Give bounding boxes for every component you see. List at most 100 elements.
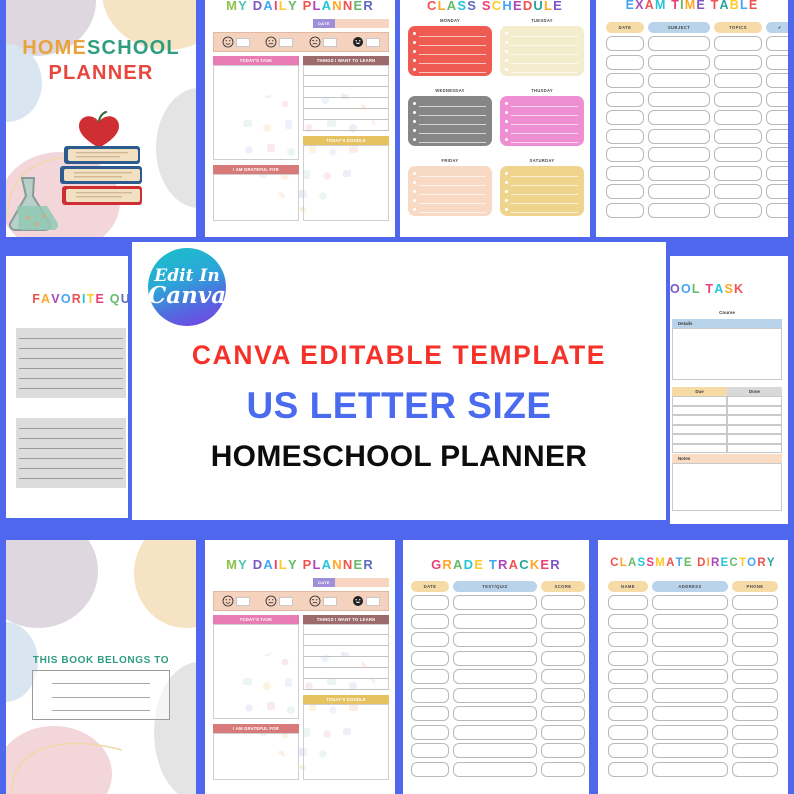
- mood-option[interactable]: [352, 36, 381, 48]
- exam-table-cell[interactable]: [766, 110, 788, 125]
- exam-table-cell[interactable]: [648, 184, 710, 199]
- classmate-directory-cell[interactable]: [652, 724, 728, 740]
- mood-checkbox[interactable]: [366, 37, 381, 47]
- exam-table-cell[interactable]: [606, 202, 644, 218]
- exam-table-cell[interactable]: [766, 91, 788, 107]
- exam-table-cell[interactable]: [714, 202, 762, 218]
- page-class-schedule[interactable]: CLASS SCHEDULE MONDAY TUESDAY WEDNESDAY THU…: [400, 0, 590, 237]
- grade-tracker-cell[interactable]: [411, 613, 449, 629]
- exam-table-cell[interactable]: [766, 73, 788, 88]
- classmate-directory-cell[interactable]: [608, 687, 648, 703]
- class-schedule-day-card[interactable]: [500, 96, 584, 146]
- classmate-directory-cell[interactable]: [732, 650, 778, 666]
- classmate-directory-cell[interactable]: [732, 724, 778, 740]
- mood-checkbox[interactable]: [322, 37, 337, 47]
- exam-table-cell[interactable]: [714, 36, 762, 51]
- grade-tracker-cell[interactable]: [541, 761, 585, 777]
- exam-table-cell[interactable]: [606, 147, 644, 162]
- classmate-directory-cell[interactable]: [608, 724, 648, 740]
- mood-checkbox[interactable]: [322, 596, 337, 606]
- class-schedule-day-card[interactable]: [408, 96, 492, 146]
- grade-tracker-cell[interactable]: [453, 761, 537, 777]
- exam-table-cell[interactable]: [648, 54, 710, 70]
- section-body-todays-doodle[interactable]: [303, 704, 389, 780]
- mood-tracker-bar[interactable]: [213, 32, 389, 52]
- classmate-directory-cell[interactable]: [732, 595, 778, 610]
- mood-checkbox[interactable]: [366, 596, 381, 606]
- grade-tracker-cell[interactable]: [453, 613, 537, 629]
- mood-checkbox[interactable]: [279, 596, 294, 606]
- classmate-directory-cell[interactable]: [652, 669, 728, 684]
- page-grade-tracker[interactable]: GRADE TRACKER DATE TEST/QUIZ SCORE: [403, 540, 589, 794]
- classmate-directory-cell[interactable]: [608, 595, 648, 610]
- classmate-directory-cell[interactable]: [732, 632, 778, 647]
- classmate-directory-cell[interactable]: [732, 706, 778, 721]
- section-body-todays-task[interactable]: [213, 624, 299, 719]
- school-task-due-done-cell[interactable]: [672, 396, 727, 406]
- exam-table-cell[interactable]: [606, 128, 644, 144]
- class-schedule-day-card[interactable]: [500, 26, 584, 76]
- classmate-directory-cell[interactable]: [732, 761, 778, 777]
- class-schedule-day-card[interactable]: [500, 166, 584, 216]
- name-entry-box[interactable]: [32, 670, 170, 720]
- exam-table-cell[interactable]: [766, 147, 788, 162]
- grade-tracker-cell[interactable]: [453, 632, 537, 647]
- exam-table-cell[interactable]: [648, 36, 710, 51]
- school-task-due-done-cell[interactable]: [672, 434, 727, 444]
- grade-tracker-cell[interactable]: [453, 706, 537, 721]
- exam-table-cell[interactable]: [714, 147, 762, 162]
- mood-checkbox[interactable]: [235, 37, 250, 47]
- school-task-due-done-cell[interactable]: [727, 415, 782, 425]
- classmate-directory-cell[interactable]: [608, 761, 648, 777]
- exam-table-cell[interactable]: [766, 54, 788, 70]
- school-task-due-done-cell[interactable]: [727, 434, 782, 444]
- page-cover[interactable]: HOMESCHOOL PLANNER: [6, 0, 196, 237]
- exam-table-cell[interactable]: [648, 165, 710, 181]
- quote-block[interactable]: [16, 328, 126, 398]
- quote-block[interactable]: [16, 418, 126, 488]
- classmate-directory-cell[interactable]: [732, 669, 778, 684]
- grade-tracker-cell[interactable]: [411, 669, 449, 684]
- classmate-directory-cell[interactable]: [732, 687, 778, 703]
- exam-table-cell[interactable]: [714, 165, 762, 181]
- details-body[interactable]: [672, 328, 782, 380]
- exam-table-cell[interactable]: [766, 128, 788, 144]
- exam-table-cell[interactable]: [714, 91, 762, 107]
- mood-tracker-bar[interactable]: [213, 591, 389, 611]
- classmate-directory-cell[interactable]: [608, 650, 648, 666]
- grade-tracker-cell[interactable]: [411, 650, 449, 666]
- grade-tracker-cell[interactable]: [411, 595, 449, 610]
- school-task-due-done-cell[interactable]: [672, 405, 727, 415]
- exam-table-cell[interactable]: [606, 73, 644, 88]
- exam-table-cell[interactable]: [766, 184, 788, 199]
- grade-tracker-cell[interactable]: [541, 743, 585, 758]
- classmate-directory-cell[interactable]: [732, 743, 778, 758]
- classmate-directory-cell[interactable]: [732, 613, 778, 629]
- page-daily-planner-top[interactable]: MY DAILY PLANNER DATE TODAY'S TASK THING…: [205, 0, 395, 237]
- exam-table-cell[interactable]: [648, 73, 710, 88]
- grade-tracker-cell[interactable]: [541, 706, 585, 721]
- exam-table-cell[interactable]: [714, 184, 762, 199]
- classmate-directory-cell[interactable]: [608, 669, 648, 684]
- page-exam-time-table[interactable]: EXAM TIME TABLE DATE SUBJECT TOPICS ✔: [596, 0, 788, 237]
- school-task-due-done-cell[interactable]: [672, 415, 727, 425]
- classmate-directory-cell[interactable]: [608, 706, 648, 721]
- exam-table-cell[interactable]: [766, 36, 788, 51]
- notes-body[interactable]: [672, 463, 782, 511]
- classmate-directory-cell[interactable]: [652, 743, 728, 758]
- grade-tracker-cell[interactable]: [541, 632, 585, 647]
- classmate-directory-cell[interactable]: [652, 687, 728, 703]
- school-task-due-done-cell[interactable]: [727, 424, 782, 434]
- date-field[interactable]: DATE: [313, 578, 389, 587]
- classmate-directory-cell[interactable]: [608, 743, 648, 758]
- page-classmate-directory[interactable]: CLASSMATE DIRECTORY NAME ADDRESS PHONE: [598, 540, 788, 794]
- grade-tracker-cell[interactable]: [453, 669, 537, 684]
- exam-table-cell[interactable]: [606, 110, 644, 125]
- grade-tracker-cell[interactable]: [411, 632, 449, 647]
- exam-table-cell[interactable]: [766, 202, 788, 218]
- grade-tracker-cell[interactable]: [453, 595, 537, 610]
- exam-table-cell[interactable]: [714, 110, 762, 125]
- mood-option[interactable]: [352, 595, 381, 607]
- grade-tracker-cell[interactable]: [411, 761, 449, 777]
- grade-tracker-cell[interactable]: [453, 743, 537, 758]
